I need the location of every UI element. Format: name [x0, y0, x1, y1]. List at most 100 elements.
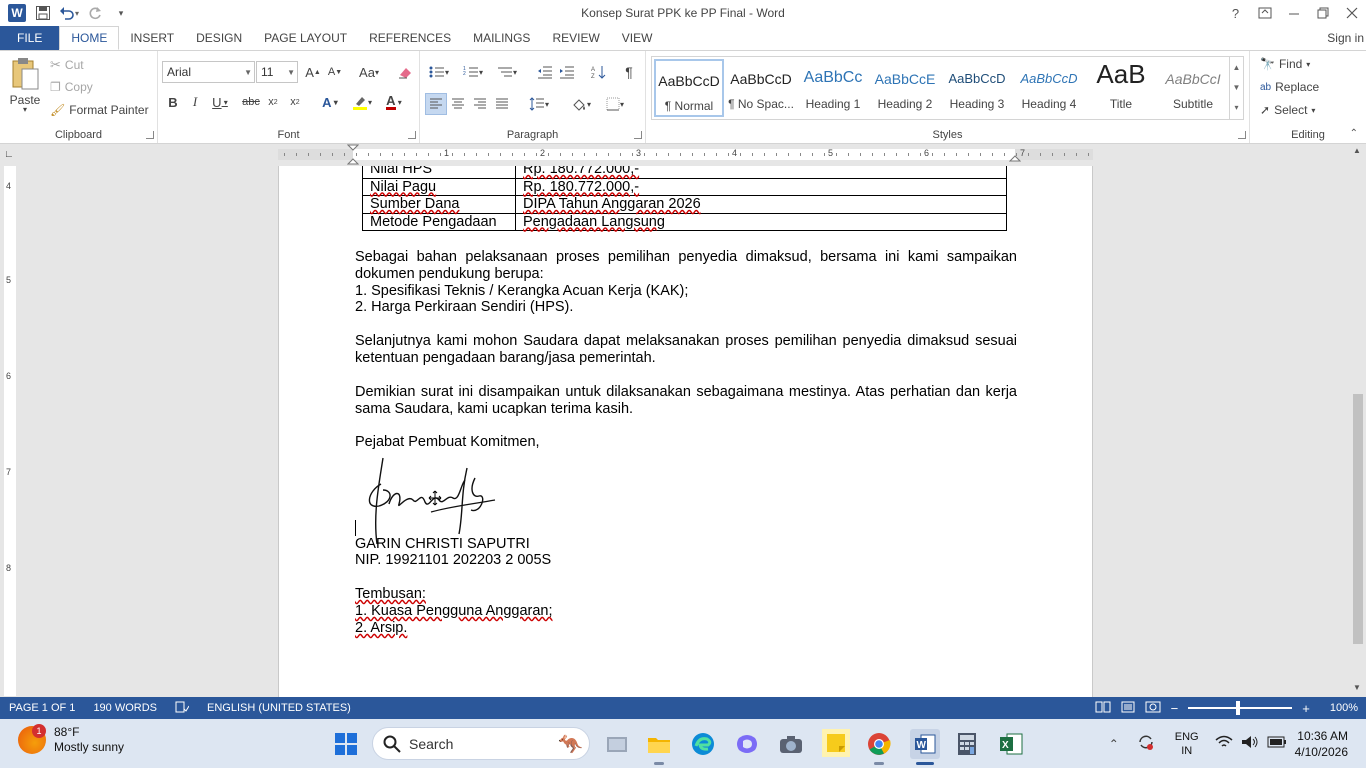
find-button[interactable]: 🔭 Find ▾ [1260, 57, 1310, 71]
info-table[interactable]: Nilai HPS Rp. 180.772.000,- Nilai Pagu R… [362, 166, 1007, 231]
print-layout-icon[interactable] [1121, 701, 1135, 716]
clock[interactable]: 10:36 AM 4/10/2026 [1295, 728, 1366, 760]
tab-mailings[interactable]: MAILINGS [462, 26, 541, 50]
select-button[interactable]: ➚ Select ▾ [1260, 103, 1315, 117]
gallery-down-icon[interactable]: ▼ [1230, 77, 1243, 97]
page-count[interactable]: PAGE 1 OF 1 [0, 702, 84, 714]
table-cell-value[interactable]: Rp. 180.772.000,- [515, 166, 1007, 179]
strikethrough-icon[interactable]: abc [240, 91, 262, 113]
scroll-down-icon[interactable]: ▼ [1353, 683, 1361, 692]
zoom-slider-knob[interactable] [1236, 701, 1241, 715]
calculator-icon[interactable] [954, 731, 980, 757]
signer-name[interactable]: GARIN CHRISTI SAPUTRI [355, 536, 1017, 553]
style-subtitle[interactable]: AaBbCcI Subtitle [1158, 59, 1228, 117]
table-cell-label[interactable]: Sumber Dana [362, 195, 516, 214]
input-language[interactable]: ENG IN [1163, 730, 1211, 758]
sticky-notes-icon[interactable] [822, 729, 850, 757]
ribbon-display-options-icon[interactable] [1250, 0, 1279, 26]
text-effects-icon[interactable]: A ▾ [316, 91, 344, 113]
camera-icon[interactable] [778, 731, 804, 757]
scroll-up-icon[interactable]: ▲ [1353, 146, 1361, 155]
tab-references[interactable]: REFERENCES [358, 26, 462, 50]
zoom-in-button[interactable]: + [1302, 701, 1310, 716]
tab-insert[interactable]: INSERT [119, 26, 185, 50]
read-mode-icon[interactable] [1095, 701, 1111, 716]
tab-home[interactable]: HOME [59, 26, 120, 50]
paragraph-attachments[interactable]: Sebagai bahan pelaksanaan proses pemilih… [355, 249, 1017, 283]
minimize-icon[interactable] [1279, 0, 1308, 26]
align-right-icon[interactable] [469, 93, 491, 115]
paragraph-closing[interactable]: Demikian surat ini disampaikan untuk dil… [355, 384, 1017, 418]
excel-icon[interactable]: X [998, 731, 1024, 757]
paragraph-launcher-icon[interactable] [634, 131, 642, 139]
font-launcher-icon[interactable] [408, 131, 416, 139]
undo-icon[interactable]: ▾ [58, 2, 80, 24]
change-case-icon[interactable]: Aa ▾ [354, 61, 384, 83]
restore-icon[interactable] [1308, 0, 1337, 26]
decrease-indent-icon[interactable] [534, 61, 556, 83]
font-name-combo[interactable]: Arial ▼ [162, 61, 255, 83]
wifi-icon[interactable] [1211, 735, 1237, 752]
cc-title[interactable]: Tembusan: [355, 586, 1017, 603]
collapse-ribbon-icon[interactable]: ⌃ [1350, 128, 1358, 139]
subscript-icon[interactable]: x2 [262, 91, 284, 113]
gallery-more-icon[interactable]: ▾ [1230, 97, 1243, 117]
shading-icon[interactable]: ▾ [566, 93, 596, 115]
tab-file[interactable]: FILE [0, 26, 60, 50]
battery-icon[interactable] [1263, 736, 1295, 751]
show-hidden-icons-icon[interactable]: ⌃ [1099, 737, 1129, 751]
cc-item[interactable]: 2. Arsip. [355, 620, 1017, 637]
replace-button[interactable]: ab Replace [1260, 80, 1319, 94]
taskbar-search[interactable]: Search 🦘 [372, 727, 590, 760]
horizontal-ruler[interactable]: 1 2 3 4 5 6 7 [278, 144, 1093, 165]
multilevel-list-icon[interactable]: ▾ [492, 61, 522, 83]
vertical-scrollbar[interactable]: ▲ ▼ [1350, 144, 1366, 697]
style-heading-2[interactable]: AaBbCcE Heading 2 [870, 59, 940, 117]
right-indent-marker-icon[interactable] [1009, 152, 1021, 162]
task-view-icon[interactable] [604, 731, 630, 757]
align-center-icon[interactable] [447, 93, 469, 115]
file-explorer-icon[interactable] [646, 731, 672, 757]
tab-page-layout[interactable]: PAGE LAYOUT [253, 26, 358, 50]
zoom-level[interactable]: 100% [1330, 702, 1358, 714]
table-cell-value[interactable]: Rp. 180.772.000,- [515, 177, 1007, 196]
sync-icon[interactable] [1129, 734, 1163, 753]
table-cell-value[interactable]: Pengadaan Langsung [515, 212, 1007, 231]
word-count[interactable]: 190 WORDS [84, 702, 166, 714]
style-title[interactable]: AaB Title [1086, 59, 1156, 117]
paste-button[interactable]: Paste ▾ [6, 57, 44, 114]
justify-icon[interactable] [491, 93, 513, 115]
line-spacing-icon[interactable]: ▾ [524, 93, 554, 115]
table-cell-label[interactable]: Metode Pengadaan [362, 212, 516, 231]
signer-title[interactable]: Pejabat Pembuat Komitmen, [355, 434, 1017, 451]
chrome-icon[interactable] [866, 731, 892, 757]
cc-item[interactable]: 1. Kuasa Pengguna Anggaran; [355, 603, 1017, 620]
show-formatting-marks-icon[interactable]: ¶ [618, 61, 640, 83]
shrink-font-icon[interactable]: A ▼ [324, 61, 346, 83]
grow-font-icon[interactable]: A ▲ [302, 61, 324, 83]
proofing-icon[interactable] [166, 701, 198, 716]
zoom-slider[interactable] [1188, 701, 1293, 715]
font-size-combo[interactable]: 11 ▼ [256, 61, 298, 83]
style-normal[interactable]: AaBbCcD ¶ Normal [654, 59, 724, 117]
copy-button[interactable]: ❐ Copy [50, 80, 93, 94]
font-color-icon[interactable]: A ▾ [380, 91, 408, 113]
clipboard-launcher-icon[interactable] [146, 131, 154, 139]
tab-design[interactable]: DESIGN [185, 26, 253, 50]
increase-indent-icon[interactable] [556, 61, 578, 83]
redo-icon[interactable] [84, 2, 106, 24]
style-heading-3[interactable]: AaBbCcD Heading 3 [942, 59, 1012, 117]
copilot-icon[interactable] [734, 731, 760, 757]
document-page[interactable]: Nilai HPS Rp. 180.772.000,- Nilai Pagu R… [278, 166, 1093, 697]
style-heading-4[interactable]: AaBbCcD Heading 4 [1014, 59, 1084, 117]
save-icon[interactable] [32, 2, 54, 24]
gallery-up-icon[interactable]: ▲ [1230, 57, 1243, 77]
vertical-ruler[interactable]: 4 5 6 7 8 [4, 166, 16, 696]
highlight-color-icon[interactable]: ▾ [348, 91, 376, 113]
clear-formatting-icon[interactable] [394, 61, 416, 83]
close-icon[interactable] [1337, 0, 1366, 26]
superscript-icon[interactable]: x2 [284, 91, 306, 113]
list-item[interactable]: 1. Spesifikasi Teknis / Kerangka Acuan K… [355, 283, 1017, 300]
cut-button[interactable]: ✂ Cut [50, 57, 84, 73]
list-item[interactable]: 2. Harga Perkiraan Sendiri (HPS). [355, 299, 1017, 316]
